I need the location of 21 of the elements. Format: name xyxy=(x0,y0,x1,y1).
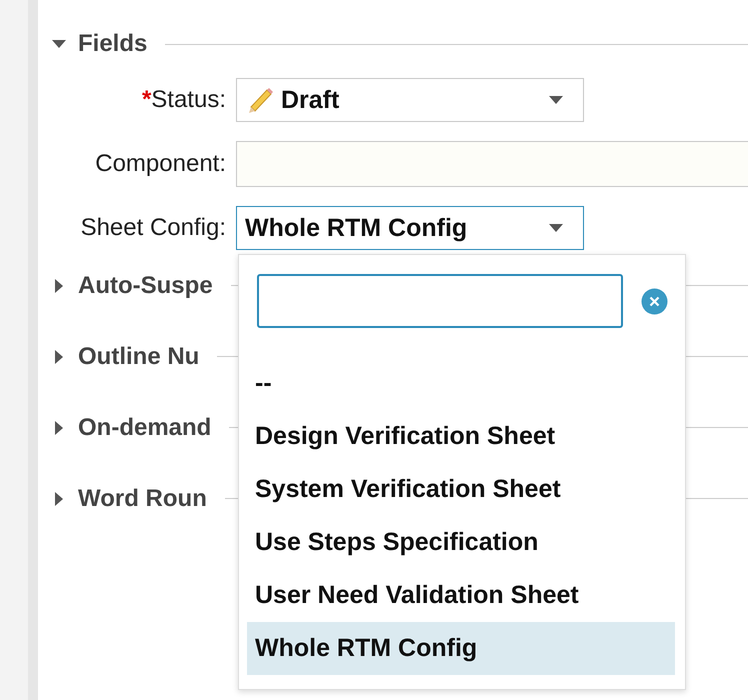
field-label: Sheet Config: xyxy=(80,214,226,242)
dropdown-option[interactable]: Use Steps Specification xyxy=(247,516,675,569)
section-title[interactable]: Outline Nu xyxy=(78,342,200,370)
section-title[interactable]: On-demand xyxy=(78,414,212,442)
field-label: Component: xyxy=(94,150,226,178)
caret-icon xyxy=(549,96,563,104)
section-title[interactable]: Auto-Suspe xyxy=(78,272,213,300)
field-label: *Status: xyxy=(140,86,226,114)
dropdown-option[interactable]: -- xyxy=(247,357,675,410)
dropdown-option[interactable]: Whole RTM Config xyxy=(247,622,675,675)
dropdown-option[interactable]: System Verification Sheet xyxy=(247,463,675,516)
caret-icon xyxy=(549,224,563,232)
search-field[interactable] xyxy=(257,274,623,328)
select-field[interactable]: Whole RTM Config xyxy=(236,206,584,250)
dropdown-option[interactable]: Design Verification Sheet xyxy=(247,410,675,463)
select-field[interactable]: Draft xyxy=(236,78,584,122)
dropdown-option[interactable]: User Need Validation Sheet xyxy=(247,569,675,622)
section-title[interactable]: Fields xyxy=(78,30,148,58)
section-title[interactable]: Word Roun xyxy=(78,484,207,512)
input-field[interactable] xyxy=(236,141,748,187)
clear-icon[interactable] xyxy=(641,288,668,314)
